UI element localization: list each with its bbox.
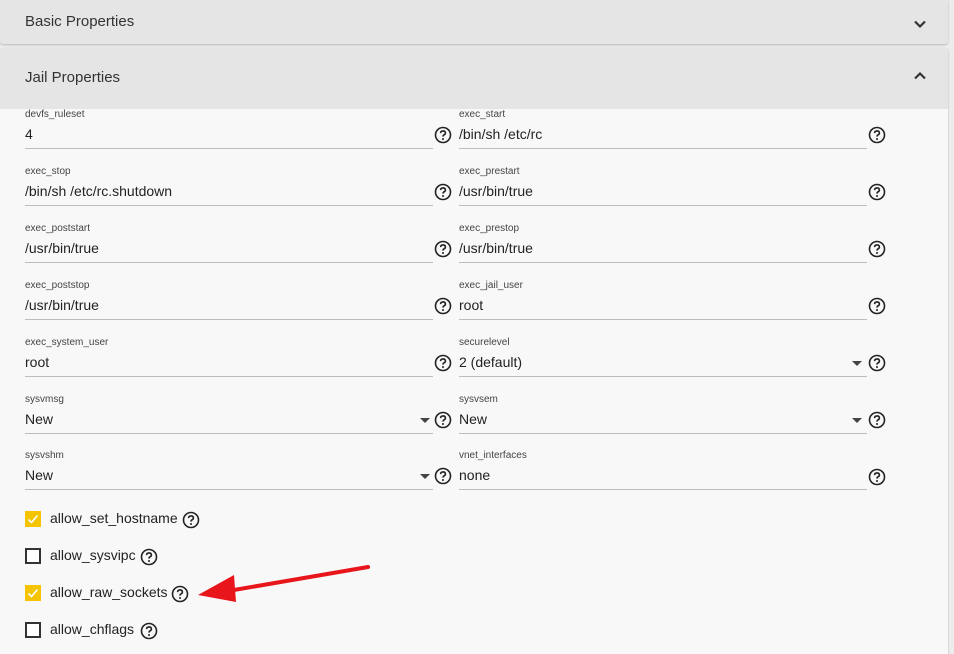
exec-jail-user-label: exec_jail_user <box>459 280 523 291</box>
exec-start-field[interactable]: exec_start /bin/sh /etc/rc <box>459 109 867 149</box>
exec-jail-user-underline <box>459 319 867 320</box>
help-circle-icon[interactable] <box>868 354 886 372</box>
exec-stop-underline <box>25 205 433 206</box>
help-circle-icon[interactable] <box>434 467 452 485</box>
devfs-ruleset-underline <box>25 148 433 149</box>
securelevel-value[interactable]: 2 (default) <box>459 354 522 370</box>
jail-properties-header[interactable]: Jail Properties <box>0 48 948 109</box>
allow-raw-sockets-checkbox[interactable] <box>25 585 41 601</box>
basic-properties-header[interactable]: Basic Properties <box>0 0 948 44</box>
exec-prestart-underline <box>459 205 867 206</box>
help-circle-icon[interactable] <box>140 548 158 566</box>
vnet-interfaces-label: vnet_interfaces <box>459 450 527 461</box>
exec-prestop-input[interactable]: /usr/bin/true <box>459 240 533 256</box>
devfs-ruleset-label: devfs_ruleset <box>25 109 85 120</box>
securelevel-label: securelevel <box>459 337 510 348</box>
sysvsem-label: sysvsem <box>459 394 498 405</box>
exec-poststop-underline <box>25 319 433 320</box>
checkmark-icon <box>27 588 39 598</box>
dropdown-caret-icon[interactable] <box>852 361 862 366</box>
sysvmsg-underline <box>25 433 433 434</box>
help-circle-icon[interactable] <box>868 240 886 258</box>
sysvsem-underline <box>459 433 867 434</box>
exec-jail-user-field[interactable]: exec_jail_user root <box>459 280 867 320</box>
help-circle-icon[interactable] <box>182 511 200 529</box>
exec-poststop-field[interactable]: exec_poststop /usr/bin/true <box>25 280 433 320</box>
vnet-interfaces-input[interactable]: none <box>459 467 490 483</box>
dropdown-caret-icon[interactable] <box>420 474 430 479</box>
allow-set-hostname-checkbox[interactable] <box>25 511 41 527</box>
dropdown-caret-icon[interactable] <box>852 418 862 423</box>
exec-prestop-label: exec_prestop <box>459 223 520 234</box>
sysvsem-value[interactable]: New <box>459 411 487 427</box>
allow-chflags-label: allow_chflags <box>50 621 135 637</box>
help-circle-icon[interactable] <box>434 240 452 258</box>
exec-prestart-label: exec_prestart <box>459 166 520 177</box>
exec-prestart-input[interactable]: /usr/bin/true <box>459 183 533 199</box>
allow-sysvipc-label: allow_sysvipc <box>50 547 136 563</box>
exec-system-user-input[interactable]: root <box>25 354 49 370</box>
exec-poststart-underline <box>25 262 433 263</box>
sysvmsg-label: sysvmsg <box>25 394 64 405</box>
exec-poststart-field[interactable]: exec_poststart /usr/bin/true <box>25 223 433 263</box>
exec-system-user-field[interactable]: exec_system_user root <box>25 337 433 377</box>
securelevel-select[interactable]: securelevel 2 (default) <box>459 337 867 377</box>
allow-set-hostname-label: allow_set_hostname <box>50 510 178 526</box>
exec-stop-input[interactable]: /bin/sh /etc/rc.shutdown <box>25 183 172 199</box>
allow-raw-sockets-label: allow_raw_sockets <box>50 584 168 600</box>
allow-sysvipc-checkbox[interactable] <box>25 548 41 564</box>
help-circle-icon[interactable] <box>171 585 189 603</box>
help-circle-icon[interactable] <box>868 297 886 315</box>
chevron-down-icon[interactable] <box>910 14 930 34</box>
allow-chflags-row[interactable]: allow_chflags <box>25 620 137 640</box>
allow-sysvipc-row[interactable]: allow_sysvipc <box>25 546 137 566</box>
exec-stop-field[interactable]: exec_stop /bin/sh /etc/rc.shutdown <box>25 166 433 206</box>
sysvsem-select[interactable]: sysvsem New <box>459 394 867 434</box>
devfs-ruleset-field[interactable]: devfs_ruleset 4 <box>25 109 433 149</box>
checkmark-icon <box>27 514 39 524</box>
sysvshm-label: sysvshm <box>25 450 64 461</box>
sysvshm-select[interactable]: sysvshm New <box>25 450 433 490</box>
exec-system-user-label: exec_system_user <box>25 337 109 348</box>
exec-prestop-underline <box>459 262 867 263</box>
basic-properties-title: Basic Properties <box>25 13 135 30</box>
exec-prestop-field[interactable]: exec_prestop /usr/bin/true <box>459 223 867 263</box>
help-circle-icon[interactable] <box>868 411 886 429</box>
jail-properties-title: Jail Properties <box>25 69 121 86</box>
help-circle-icon[interactable] <box>434 126 452 144</box>
exec-start-underline <box>459 148 867 149</box>
help-circle-icon[interactable] <box>140 622 158 640</box>
sysvshm-value[interactable]: New <box>25 467 53 483</box>
help-circle-icon[interactable] <box>434 297 452 315</box>
allow-set-hostname-row[interactable]: allow_set_hostname <box>25 509 205 529</box>
help-circle-icon[interactable] <box>868 183 886 201</box>
exec-poststart-input[interactable]: /usr/bin/true <box>25 240 99 256</box>
exec-start-input[interactable]: /bin/sh /etc/rc <box>459 126 542 142</box>
sysvmsg-select[interactable]: sysvmsg New <box>25 394 433 434</box>
exec-poststop-label: exec_poststop <box>25 280 90 291</box>
sysvshm-underline <box>25 489 433 490</box>
annotation-arrow-icon <box>198 565 370 602</box>
exec-jail-user-input[interactable]: root <box>459 297 483 313</box>
vnet-interfaces-underline <box>459 489 867 490</box>
dropdown-caret-icon[interactable] <box>420 418 430 423</box>
exec-stop-label: exec_stop <box>25 166 71 177</box>
exec-start-label: exec_start <box>459 109 506 120</box>
help-circle-icon[interactable] <box>868 126 886 144</box>
vnet-interfaces-field[interactable]: vnet_interfaces none <box>459 450 867 490</box>
exec-prestart-field[interactable]: exec_prestart /usr/bin/true <box>459 166 867 206</box>
allow-chflags-checkbox[interactable] <box>25 622 41 638</box>
help-circle-icon[interactable] <box>434 354 452 372</box>
exec-poststop-input[interactable]: /usr/bin/true <box>25 297 99 313</box>
exec-system-user-underline <box>25 376 433 377</box>
help-circle-icon[interactable] <box>434 183 452 201</box>
securelevel-underline <box>459 376 867 377</box>
sysvmsg-value[interactable]: New <box>25 411 53 427</box>
exec-poststart-label: exec_poststart <box>25 223 91 234</box>
help-circle-icon[interactable] <box>434 411 452 429</box>
devfs-ruleset-input[interactable]: 4 <box>25 126 33 142</box>
help-circle-icon[interactable] <box>868 468 886 486</box>
allow-raw-sockets-row[interactable]: allow_raw_sockets <box>25 583 168 603</box>
chevron-up-icon[interactable] <box>910 66 930 86</box>
